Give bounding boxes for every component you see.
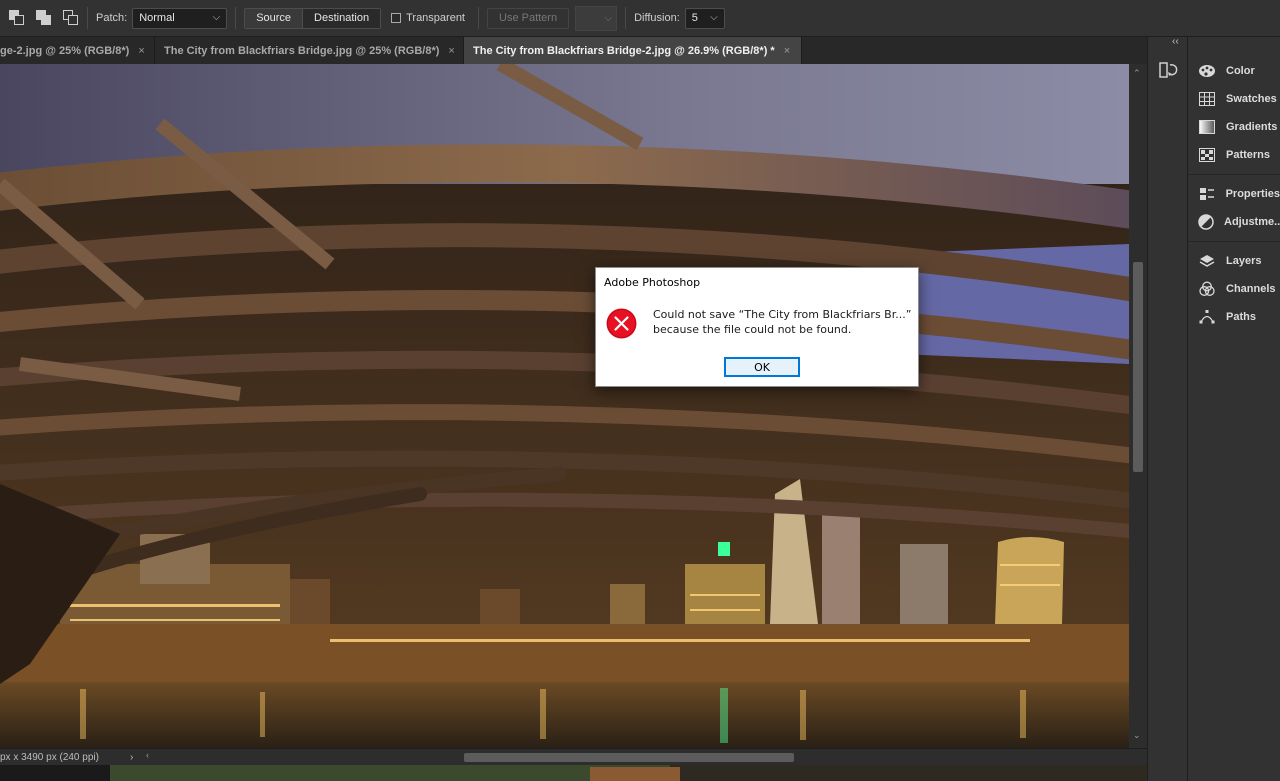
panel-patterns[interactable]: Patterns (1188, 141, 1280, 169)
tab-label: ge-2.jpg @ 25% (RGB/8*) (0, 44, 130, 57)
patch-label: Patch: (96, 12, 128, 24)
diffusion-value: 5 (691, 12, 698, 24)
background-image (0, 765, 1147, 781)
panel-label: Color (1226, 65, 1255, 77)
status-menu-arrow-icon[interactable]: › (130, 752, 146, 763)
options-bar: Patch: Normal ⌵ Source Destination Trans… (0, 0, 1280, 37)
divider (87, 7, 88, 29)
dialog-message: because the file could not be found. (653, 323, 852, 336)
panel-label: Adjustme... (1224, 216, 1280, 228)
document-tab[interactable]: ge-2.jpg @ 25% (RGB/8*) × (0, 37, 155, 64)
patterns-icon (1198, 146, 1216, 164)
panel-channels[interactable]: Channels (1188, 275, 1280, 303)
scrollbar-thumb[interactable] (464, 753, 794, 762)
chevron-down-icon: ⌵ (212, 11, 221, 23)
panel-color[interactable]: Color (1188, 57, 1280, 85)
error-icon (606, 308, 637, 339)
scroll-down-icon[interactable]: ⌄ (1133, 730, 1141, 741)
chevron-down-icon: ⌵ (710, 11, 718, 23)
scroll-left-icon[interactable]: ‹ (146, 750, 149, 760)
close-icon[interactable]: × (784, 45, 790, 57)
gradient-icon (1198, 118, 1216, 136)
use-pattern-button[interactable]: Use Pattern (487, 7, 570, 29)
adjustments-icon (1198, 213, 1214, 231)
panel-label: Properties (1225, 188, 1280, 200)
vertical-scrollbar[interactable]: ⌃ ⌄ (1129, 64, 1147, 748)
dialog-title: Adobe Photoshop (604, 276, 701, 289)
error-dialog: Adobe Photoshop Could not save “The City… (595, 267, 919, 387)
divider (235, 7, 237, 29)
panel-gradients[interactable]: Gradients (1188, 113, 1280, 141)
panel-group-properties: Properties Adjustme... (1188, 175, 1280, 242)
document-info: px x 3490 px (240 ppi) (0, 751, 99, 763)
close-icon[interactable]: × (448, 45, 454, 57)
panel-label: Gradients (1226, 121, 1278, 133)
panel-layers[interactable]: Layers (1188, 247, 1280, 275)
layers-icon (1198, 252, 1216, 270)
panel-swatches[interactable]: Swatches (1188, 85, 1280, 113)
transparent-checkbox[interactable] (391, 13, 402, 23)
status-bar: px x 3490 px (240 ppi) › ‹ (0, 748, 1147, 765)
background-document-strip (0, 765, 1147, 781)
document-tab-bar: ge-2.jpg @ 25% (RGB/8*) × The City from … (0, 37, 1147, 64)
panel-label: Swatches (1226, 93, 1277, 105)
panel-group-layers: Layers Channels Paths (1188, 242, 1280, 336)
panel-label: Channels (1226, 283, 1276, 295)
scrollbar-thumb[interactable] (1133, 262, 1143, 472)
tab-label: The City from Blackfriars Bridge.jpg @ 2… (164, 44, 440, 57)
paths-icon (1198, 308, 1216, 326)
ok-button[interactable]: OK (724, 357, 800, 377)
divider (625, 7, 627, 29)
patch-mode-select[interactable]: Normal ⌵ (132, 7, 228, 29)
diffusion-select[interactable]: 5 ⌵ (684, 7, 725, 29)
patch-mode-value: Normal (139, 12, 175, 24)
image-canvas[interactable] (0, 64, 1129, 748)
diffusion-label: Diffusion: (634, 12, 680, 24)
panel-label: Paths (1226, 311, 1256, 323)
panel-adjustments[interactable]: Adjustme... (1188, 208, 1280, 236)
grid-icon (1198, 90, 1216, 108)
panel-properties[interactable]: Properties (1188, 180, 1280, 208)
destination-button[interactable]: Destination (302, 8, 381, 28)
document-tab-active[interactable]: The City from Blackfriars Bridge-2.jpg @… (464, 37, 802, 64)
collapsed-panels: Color Swatches Gradients Patterns Proper… (1187, 37, 1280, 781)
panel-label: Patterns (1226, 149, 1271, 161)
source-destination-toggle: Source Destination (244, 7, 382, 29)
pattern-picker[interactable]: ⌵ (575, 5, 618, 31)
new-selection-mode-icon[interactable] (9, 10, 25, 26)
channels-icon (1198, 280, 1216, 298)
chevron-down-icon: ⌵ (604, 12, 613, 24)
panel-group-color: Color Swatches Gradients Patterns (1188, 37, 1280, 175)
panel-paths[interactable]: Paths (1188, 303, 1280, 331)
source-button[interactable]: Source (245, 8, 303, 28)
divider (478, 7, 479, 29)
panel-label: Layers (1226, 255, 1262, 267)
tab-label: The City from Blackfriars Bridge-2.jpg @… (473, 44, 775, 57)
palette-icon (1198, 62, 1216, 80)
panel-dock-icons: ‹‹ (1147, 36, 1187, 781)
transparent-label: Transparent (406, 12, 465, 24)
close-icon[interactable]: × (138, 45, 144, 57)
add-to-selection-mode-icon[interactable] (36, 10, 52, 26)
scroll-up-icon[interactable]: ⌃ (1133, 68, 1141, 79)
horizontal-scrollbar[interactable]: ‹ (146, 750, 1136, 763)
dialog-message: Could not save “The City from Blackfriar… (653, 308, 912, 321)
history-icon[interactable] (1158, 60, 1178, 80)
document-tab[interactable]: The City from Blackfriars Bridge.jpg @ 2… (155, 37, 464, 64)
properties-icon (1198, 185, 1216, 203)
collapse-panels-icon[interactable]: ‹‹ (1172, 36, 1179, 47)
subtract-selection-mode-icon[interactable] (63, 10, 79, 26)
photo-bridge-city-night (0, 64, 1129, 748)
